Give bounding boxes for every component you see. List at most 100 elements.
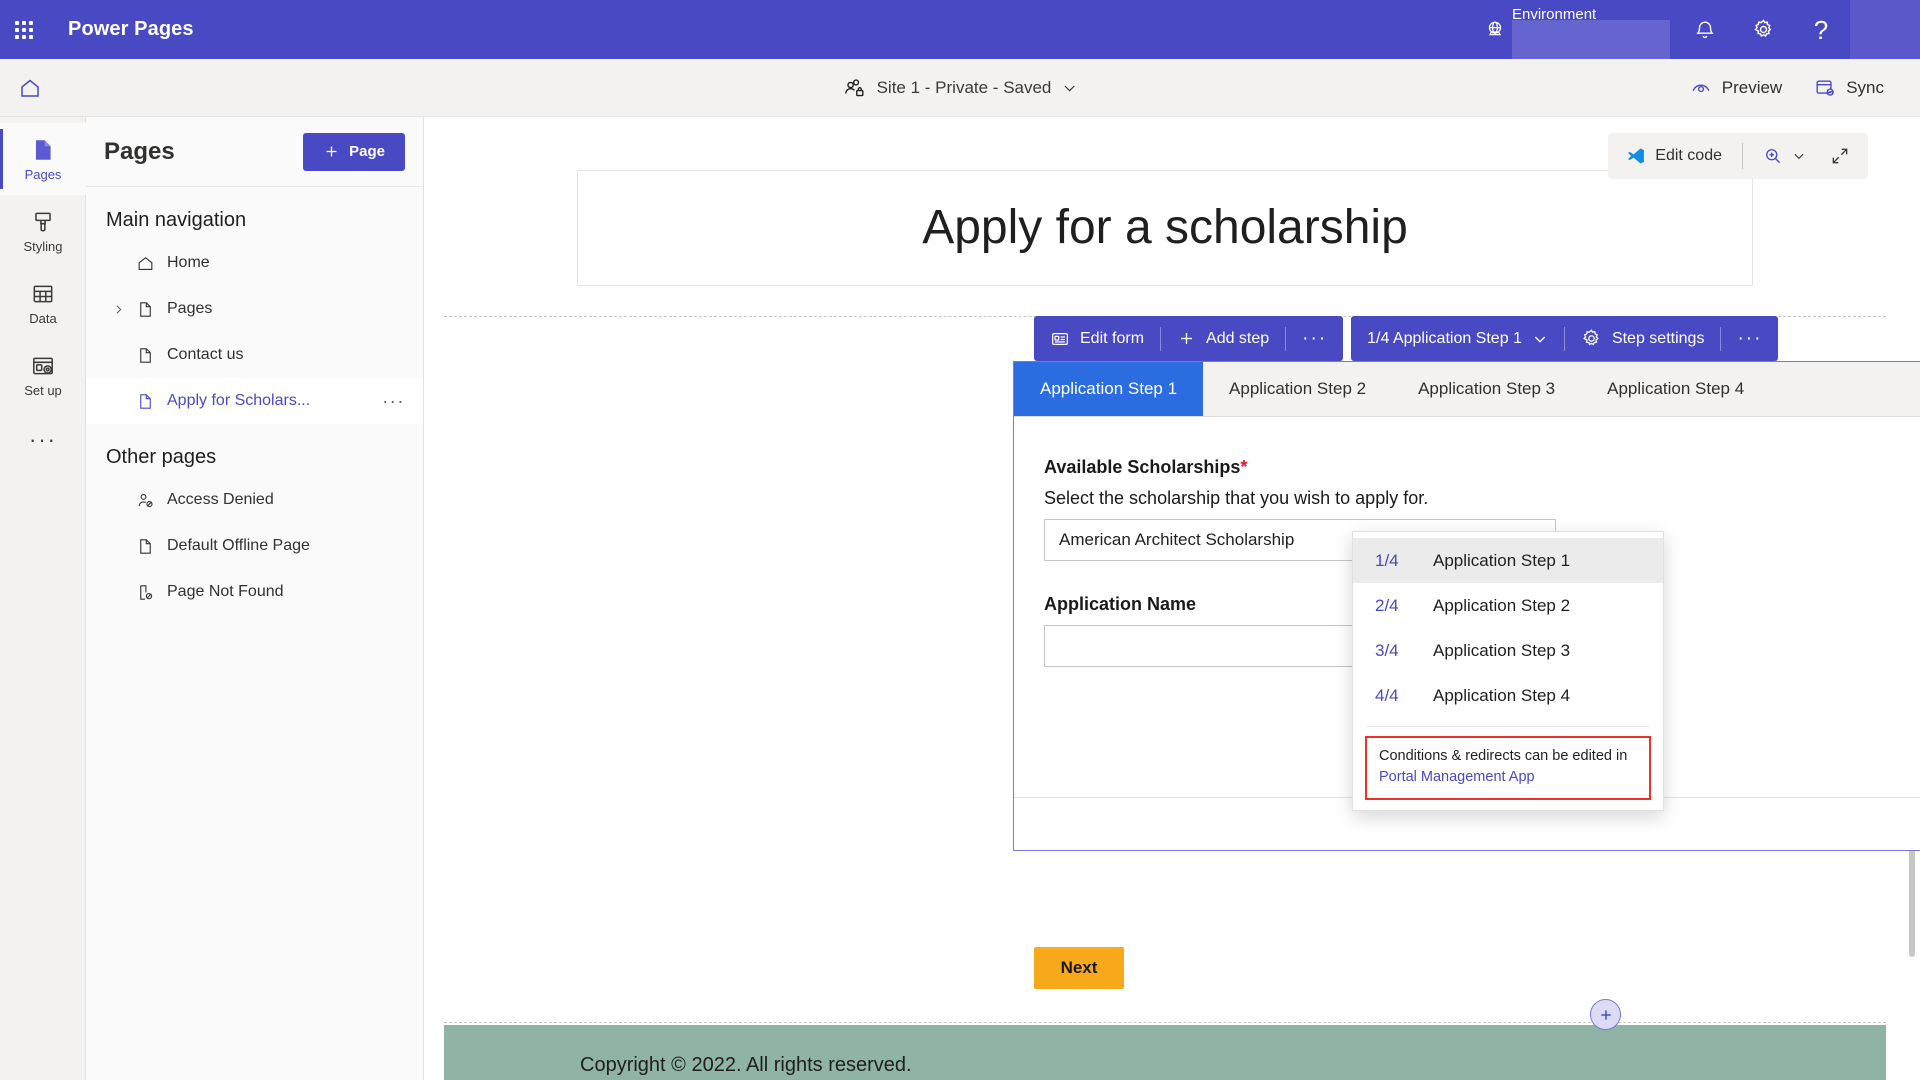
- nav-label-home: Home: [167, 254, 210, 271]
- step-name-3: Application Step 3: [1433, 640, 1571, 660]
- portal-management-app-link[interactable]: Portal Management App: [1379, 769, 1535, 785]
- environment-name-redacted: [1512, 20, 1670, 59]
- vscode-icon: [1628, 148, 1645, 164]
- avatar[interactable]: [1850, 0, 1920, 59]
- add-page-button[interactable]: Page: [303, 132, 405, 171]
- help-button[interactable]: ?: [1792, 0, 1850, 59]
- sync-label: Sync: [1846, 77, 1884, 97]
- setup-gear-icon: [33, 357, 53, 374]
- preview-eye-icon: [1692, 84, 1710, 92]
- rail-item-styling[interactable]: Styling: [0, 195, 86, 267]
- nav-item-contact-us[interactable]: Contact us: [86, 332, 423, 378]
- field-label-available-scholarships: Available Scholarships*: [1044, 457, 1556, 478]
- tab-application-step-4[interactable]: Application Step 4: [1581, 362, 1770, 416]
- zoom-control[interactable]: [1751, 139, 1818, 173]
- page-surface: Apply for a scholarship Edit form Add st…: [444, 139, 1920, 1080]
- footer-copyright-text: Copyright © 2022. All rights reserved.: [580, 1053, 912, 1076]
- edit-form-label: Edit form: [1080, 329, 1145, 347]
- form-overflow-button[interactable]: ···: [1286, 316, 1343, 361]
- site-private-lock-icon: [845, 78, 864, 96]
- nav-label-contact-us: Contact us: [167, 346, 244, 363]
- help-question-icon: ?: [1813, 14, 1829, 45]
- nav-item-overflow-button[interactable]: ···: [382, 391, 405, 412]
- add-page-label: Page: [349, 143, 385, 160]
- zoom-in-icon: [1766, 149, 1781, 164]
- pages-panel-header: Pages Page: [86, 117, 423, 187]
- nav-item-page-not-found[interactable]: Page Not Found: [86, 569, 423, 615]
- tab-application-step-2[interactable]: Application Step 2: [1203, 362, 1392, 416]
- step-fraction-2: 2/4: [1375, 595, 1399, 615]
- tab-application-step-3[interactable]: Application Step 3: [1392, 362, 1581, 416]
- page-icon: [35, 139, 51, 160]
- settings-button[interactable]: [1734, 0, 1792, 59]
- add-section-button[interactable]: [1590, 999, 1621, 1030]
- rail-label-data: Data: [29, 310, 57, 326]
- step-name-4: Application Step 4: [1433, 685, 1571, 705]
- nav-label-pages: Pages: [167, 300, 213, 317]
- step-fraction-4: 4/4: [1375, 685, 1399, 705]
- hero-text-block[interactable]: Apply for a scholarship: [577, 169, 1753, 286]
- home-button[interactable]: [0, 59, 60, 117]
- file-icon: [140, 301, 151, 317]
- add-step-button[interactable]: Add step: [1161, 316, 1285, 361]
- step-overflow-button[interactable]: ···: [1721, 316, 1778, 361]
- brand-bar: Power Pages Environment ?: [0, 0, 1920, 59]
- nav-item-default-offline-page[interactable]: Default Offline Page: [86, 523, 423, 569]
- command-bar-actions: Preview Sync: [1676, 70, 1920, 106]
- rail-item-setup[interactable]: Set up: [0, 339, 86, 411]
- step-selector-dropdown: 1/4 Application Step 1 2/4 Application S…: [1352, 531, 1664, 812]
- step-name-2: Application Step 2: [1433, 595, 1571, 615]
- brand-bar-right: Environment ?: [1472, 0, 1920, 59]
- notifications-button[interactable]: [1676, 0, 1734, 59]
- step-menu-divider: [1367, 726, 1649, 727]
- step-menu-item-3[interactable]: 3/4 Application Step 3: [1353, 628, 1663, 673]
- nav-item-home[interactable]: Home: [86, 240, 423, 286]
- toolbar-separator: [1742, 143, 1743, 169]
- step-selector-button[interactable]: 1/4 Application Step 1: [1351, 316, 1564, 361]
- nav-item-apply-for-scholarship[interactable]: Apply for Scholars... ···: [86, 378, 423, 424]
- pages-panel: Pages Page Main navigation Home Pages Co…: [86, 117, 424, 1080]
- file-icon: [140, 347, 151, 363]
- nav-item-access-denied[interactable]: Access Denied: [86, 477, 423, 523]
- step-menu-item-1[interactable]: 1/4 Application Step 1: [1353, 538, 1663, 583]
- rail-item-data[interactable]: Data: [0, 267, 86, 339]
- paint-brush-icon: [35, 212, 51, 231]
- step-selector-label: 1/4 Application Step 1: [1367, 329, 1522, 347]
- pages-panel-title: Pages: [104, 137, 175, 165]
- add-step-label: Add step: [1206, 329, 1270, 347]
- group-title-other-pages: Other pages: [106, 446, 217, 468]
- step-menu-item-4[interactable]: 4/4 Application Step 4: [1353, 673, 1663, 718]
- edit-form-icon: [1052, 332, 1068, 345]
- page-title: Apply for a scholarship: [922, 201, 1408, 254]
- tab-application-step-1[interactable]: Application Step 1: [1014, 362, 1204, 416]
- page-footer[interactable]: Copyright © 2022. All rights reserved.: [444, 1025, 1886, 1080]
- step-menu-item-2[interactable]: 2/4 Application Step 2: [1353, 583, 1663, 628]
- environment-selector[interactable]: Environment: [1472, 0, 1676, 59]
- step-settings-button[interactable]: Step settings: [1565, 316, 1721, 361]
- sync-button[interactable]: Sync: [1800, 70, 1898, 106]
- site-status-chip[interactable]: Site 1 - Private - Saved: [833, 72, 1088, 104]
- rail-more-button[interactable]: ···: [0, 411, 86, 469]
- nav-label-page-not-found: Page Not Found: [167, 583, 284, 600]
- edit-code-button[interactable]: Edit code: [1614, 139, 1734, 173]
- preview-button[interactable]: Preview: [1676, 70, 1796, 106]
- environment-name-block: Environment: [1512, 0, 1670, 59]
- chevron-right-icon[interactable]: [110, 301, 126, 317]
- next-button[interactable]: Next: [1034, 947, 1124, 989]
- waffle-icon: [15, 20, 33, 39]
- app-launcher-button[interactable]: [0, 0, 48, 59]
- step-name-1: Application Step 1: [1433, 550, 1571, 570]
- file-icon: [140, 538, 151, 554]
- expand-canvas-button[interactable]: [1818, 139, 1862, 173]
- nav-label-access-denied: Access Denied: [167, 491, 274, 508]
- field-label-text: Available Scholarships: [1044, 457, 1241, 477]
- nav-item-pages[interactable]: Pages: [86, 286, 423, 332]
- edit-form-button[interactable]: Edit form: [1034, 316, 1160, 361]
- design-canvas: Edit code Apply for a scholarship Edit f…: [424, 117, 1920, 1080]
- step-menu-note-text: Conditions & redirects can be edited in: [1379, 748, 1628, 764]
- home-outline-icon: [138, 256, 153, 270]
- step-settings-label: Step settings: [1611, 329, 1705, 347]
- form-step-tabs: Application Step 1 Application Step 2 Ap…: [1014, 362, 1920, 417]
- sync-icon: [1816, 79, 1835, 96]
- rail-item-pages[interactable]: Pages: [0, 123, 86, 195]
